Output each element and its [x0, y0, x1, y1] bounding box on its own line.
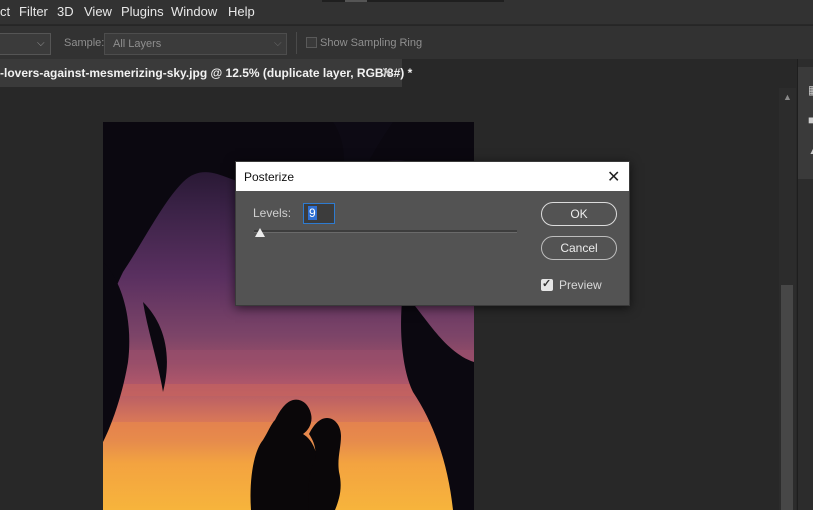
sample-label: Sample: — [64, 37, 105, 49]
menu-item-3d[interactable]: 3D — [57, 4, 74, 19]
preview-checkbox[interactable]: ✓ — [541, 278, 553, 291]
sample-dropdown[interactable]: All Layers ⌵ — [104, 33, 287, 55]
dialog-title-bar: Posterize ✕ — [236, 162, 629, 191]
document-tab-title: -lovers-against-mesmerizing-sky.jpg @ 12… — [0, 66, 413, 80]
cancel-button[interactable]: Cancel — [541, 236, 617, 260]
options-separator — [296, 32, 297, 54]
dialog-title: Posterize — [244, 170, 295, 184]
options-bar: ⌵ Sample: All Layers ⌵ Show Sampling Rin… — [0, 25, 813, 60]
document-tab[interactable]: -lovers-against-mesmerizing-sky.jpg @ 12… — [0, 59, 412, 87]
menu-bar: ct Filter 3D View Plugins Window Help — [0, 0, 813, 24]
levels-label: Levels: — [253, 206, 292, 220]
preview-label: Preview — [559, 278, 602, 292]
show-sampling-ring-checkbox[interactable] — [306, 37, 317, 48]
tool-preset-dropdown[interactable]: ⌵ — [0, 33, 51, 55]
panel-grid-icon[interactable]: ▦ — [808, 83, 813, 97]
right-panel-dock: ▦ ■ ▲ — [797, 59, 813, 510]
menu-item-view[interactable]: View — [84, 4, 112, 19]
window-title-strip-highlight — [345, 0, 367, 2]
posterize-dialog: Posterize ✕ Levels: 9 OK Cancel ✓ Previe… — [235, 161, 630, 306]
ok-button[interactable]: OK — [541, 202, 617, 226]
panel-triangle-icon[interactable]: ▲ — [808, 143, 813, 157]
chevron-down-icon: ⌵ — [37, 38, 45, 49]
scroll-up-icon[interactable]: ▲ — [783, 92, 792, 102]
menu-item-filter[interactable]: Filter — [19, 4, 48, 19]
levels-input-value: 9 — [308, 206, 317, 220]
close-icon[interactable]: ✕ — [381, 64, 393, 81]
checkmark-icon: ✓ — [542, 278, 552, 290]
document-tab-bar: -lovers-against-mesmerizing-sky.jpg @ 12… — [0, 59, 813, 87]
close-icon[interactable]: ✕ — [607, 167, 620, 187]
vertical-scrollbar[interactable]: ▲ — [779, 88, 796, 510]
sample-dropdown-value: All Layers — [113, 38, 162, 50]
menu-item-select[interactable]: ct — [0, 4, 10, 19]
panel-square-icon[interactable]: ■ — [808, 113, 813, 127]
chevron-down-icon: ⌵ — [274, 38, 282, 49]
levels-slider-thumb[interactable] — [255, 228, 265, 237]
levels-slider-track[interactable] — [254, 230, 517, 233]
menu-item-window[interactable]: Window — [171, 4, 217, 19]
scrollbar-thumb[interactable] — [781, 285, 793, 510]
levels-input[interactable]: 9 — [303, 203, 335, 224]
menu-item-plugins[interactable]: Plugins — [121, 4, 164, 19]
show-sampling-ring-label: Show Sampling Ring — [320, 37, 423, 49]
menu-item-help[interactable]: Help — [228, 4, 255, 19]
